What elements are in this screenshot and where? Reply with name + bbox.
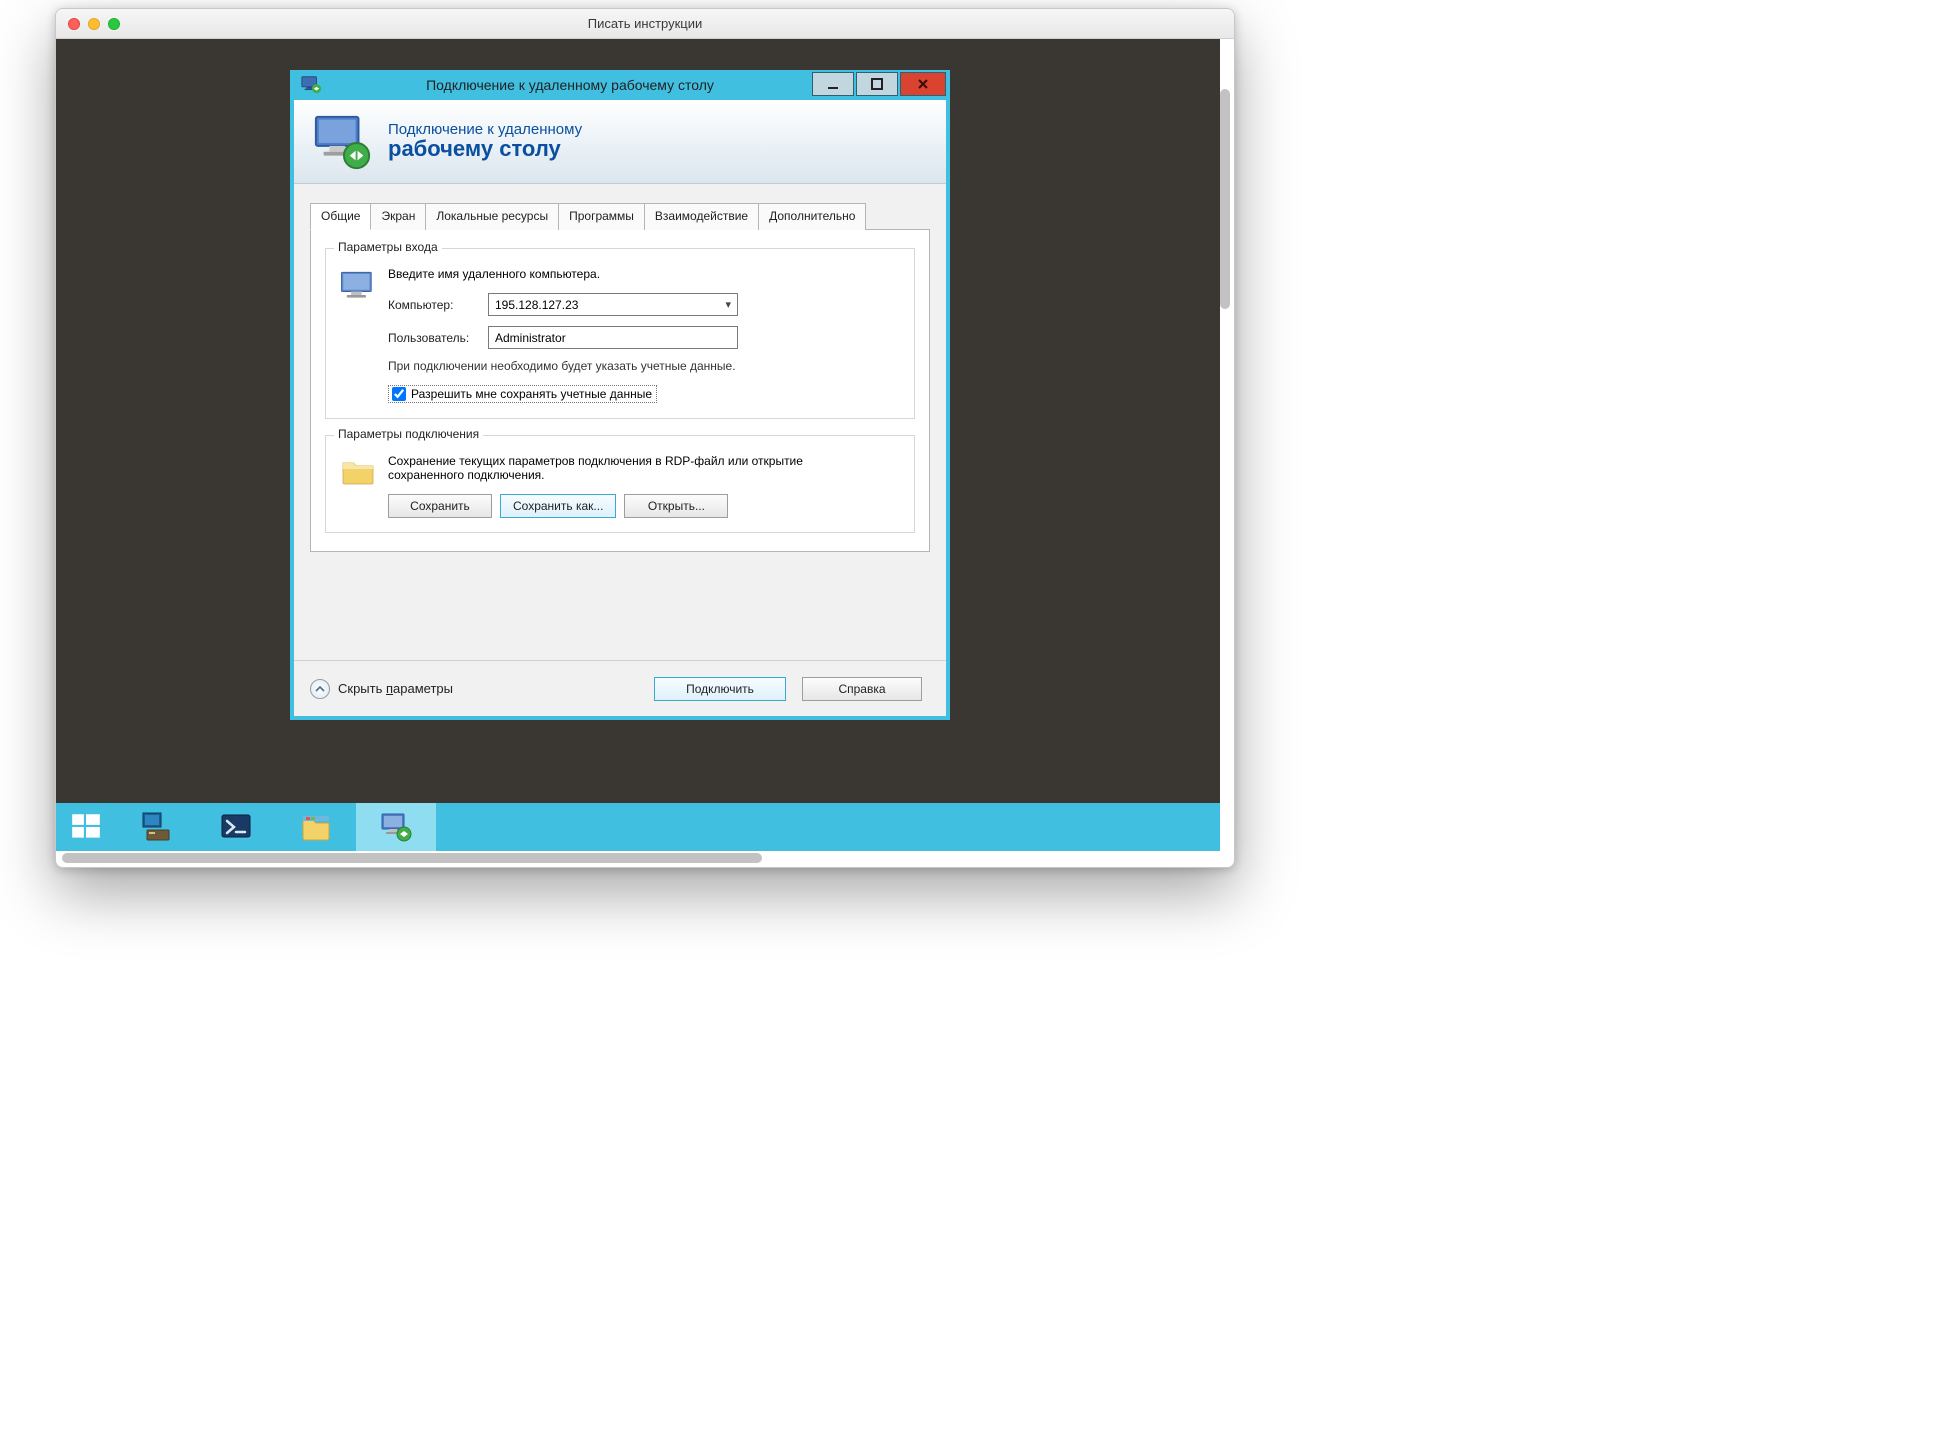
computer-combobox[interactable]: 195.128.127.23 ▾ [488, 293, 738, 316]
start-button[interactable] [56, 803, 116, 851]
mac-content: Подключение к удаленному рабочему столу [56, 39, 1234, 867]
rdp-header: Подключение к удаленному рабочему столу [294, 100, 946, 184]
taskbar-server-manager[interactable] [116, 803, 196, 851]
login-group-title: Параметры входа [334, 240, 442, 254]
mac-close-button[interactable] [68, 18, 80, 30]
save-credentials-input[interactable] [392, 387, 406, 401]
connect-button[interactable]: Подключить [654, 677, 786, 701]
open-button[interactable]: Открыть... [624, 494, 728, 518]
mac-host-window: Писать инструкции Подключение к удаленно… [55, 8, 1235, 868]
tab-local[interactable]: Локальные ресурсы [425, 203, 559, 230]
connection-group-title: Параметры подключения [334, 427, 483, 441]
connection-instruction: Сохранение текущих параметров подключени… [388, 454, 808, 482]
computer-label: Компьютер: [388, 298, 488, 312]
minimize-button[interactable] [812, 72, 854, 96]
rdp-titlebar[interactable]: Подключение к удаленному рабочему столу [294, 70, 946, 100]
tab-strip: Общие Экран Локальные ресурсы Программы … [310, 202, 930, 230]
tab-experience[interactable]: Взаимодействие [644, 203, 759, 230]
folder-icon [338, 454, 388, 518]
tab-panel-general: Параметры входа [310, 230, 930, 552]
tab-advanced[interactable]: Дополнительно [758, 203, 866, 230]
chevron-down-icon: ▾ [719, 298, 731, 311]
tab-display[interactable]: Экран [370, 203, 426, 230]
computer-value: 195.128.127.23 [495, 298, 578, 312]
credentials-hint: При подключении необходимо будет указать… [388, 359, 748, 373]
help-button[interactable]: Справка [802, 677, 922, 701]
computer-icon [338, 267, 388, 404]
mac-window-title: Писать инструкции [56, 16, 1234, 31]
user-input[interactable]: Administrator [488, 326, 738, 349]
login-instruction: Введите имя удаленного компьютера. [388, 267, 902, 281]
mac-titlebar[interactable]: Писать инструкции [56, 9, 1234, 39]
rdp-body: Общие Экран Локальные ресурсы Программы … [294, 184, 946, 660]
mac-minimize-button[interactable] [88, 18, 100, 30]
rdp-header-icon [312, 111, 374, 173]
save-as-button[interactable]: Сохранить как... [500, 494, 616, 518]
rdp-app-icon [300, 74, 322, 96]
header-line2: рабочему столу [388, 136, 582, 162]
taskbar-rdp[interactable] [356, 803, 436, 851]
save-credentials-label: Разрешить мне сохранять учетные данные [411, 387, 652, 401]
toggle-options-link[interactable]: Скрыть параметры [310, 679, 654, 699]
rdp-footer: Скрыть параметры Подключить Справка [294, 660, 946, 716]
mac-vertical-scrollbar[interactable] [1218, 39, 1232, 849]
save-credentials-checkbox[interactable]: Разрешить мне сохранять учетные данные [388, 385, 657, 403]
windows-taskbar[interactable] [56, 803, 1220, 851]
toggle-options-label: Скрыть параметры [338, 681, 453, 696]
mac-horizontal-scrollbar[interactable] [58, 851, 1218, 865]
windows-desktop[interactable]: Подключение к удаленному рабочему столу [56, 39, 1220, 851]
tab-programs[interactable]: Программы [558, 203, 645, 230]
user-value: Administrator [495, 331, 566, 345]
tab-general[interactable]: Общие [310, 203, 371, 230]
mac-zoom-button[interactable] [108, 18, 120, 30]
login-groupbox: Параметры входа [325, 248, 915, 419]
chevron-up-icon [310, 679, 330, 699]
close-button[interactable] [900, 72, 946, 96]
taskbar-explorer[interactable] [276, 803, 356, 851]
maximize-button[interactable] [856, 72, 898, 96]
mac-traffic-lights [68, 18, 120, 30]
connection-groupbox: Параметры подключения Сохранение тек [325, 435, 915, 533]
rdp-dialog: Подключение к удаленному рабочему столу [290, 70, 950, 720]
taskbar-powershell[interactable] [196, 803, 276, 851]
save-button[interactable]: Сохранить [388, 494, 492, 518]
user-label: Пользователь: [388, 331, 488, 345]
mac-vertical-scroll-thumb[interactable] [1220, 89, 1230, 309]
rdp-window-title: Подключение к удаленному рабочему столу [330, 77, 810, 93]
mac-horizontal-scroll-thumb[interactable] [62, 853, 762, 863]
